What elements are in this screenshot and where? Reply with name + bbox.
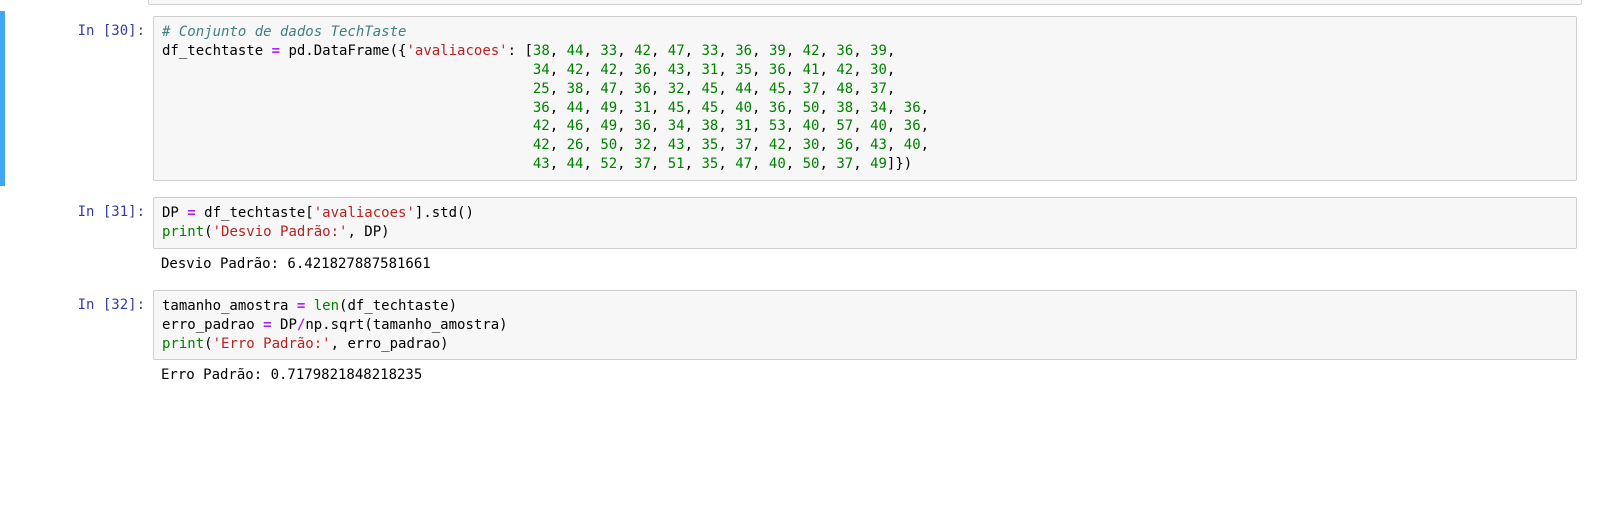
row0: 38, 44, 33, 42, 47, 33, 36, 39, 42, 36, … <box>533 43 895 59</box>
row2: 25, 38, 47, 36, 32, 45, 44, 45, 37, 48, … <box>533 81 895 97</box>
row3: 36, 44, 49, 31, 45, 45, 40, 36, 50, 38, … <box>533 100 929 116</box>
row5: 42, 26, 50, 32, 43, 35, 37, 42, 30, 36, … <box>533 137 929 153</box>
code-input[interactable]: DP = df_techtaste['avaliacoes'].std() pr… <box>153 197 1577 249</box>
output-prompt: . <box>5 249 153 273</box>
input-prompt: In [30]: <box>5 16 153 40</box>
pad <box>162 100 533 116</box>
input-prompt: In [32]: <box>5 290 153 314</box>
row6: 43, 44, 52, 37, 51, 35, 47, 40, 50, 37, … <box>533 156 912 172</box>
row4: 42, 46, 49, 36, 34, 38, 31, 53, 40, 57, … <box>533 118 929 134</box>
code-cell-32[interactable]: In [32]: tamanho_amostra = len(df_techta… <box>0 285 1600 391</box>
input-prompt: In [31]: <box>5 197 153 221</box>
code-cell-30[interactable]: In [30]: # Conjunto de dados TechTaste d… <box>0 11 1600 186</box>
row1: 34, 42, 42, 36, 43, 31, 35, 36, 41, 42, … <box>533 62 895 78</box>
code-text[interactable]: # Conjunto de dados TechTaste df_techtas… <box>162 23 1568 174</box>
pad <box>162 156 533 172</box>
code-text[interactable]: DP = df_techtaste['avaliacoes'].std() pr… <box>162 204 1568 242</box>
output-prompt: . <box>5 360 153 384</box>
pad <box>162 137 533 153</box>
cell-output: Erro Padrão: 0.7179821848218235 <box>153 360 1577 385</box>
output-text: Erro Padrão: 0.7179821848218235 <box>161 366 1569 385</box>
output-text: Desvio Padrão: 6.421827887581661 <box>161 255 1569 274</box>
cell-output: Desvio Padrão: 6.421827887581661 <box>153 249 1577 274</box>
pad <box>162 118 533 134</box>
code-cell-31[interactable]: In [31]: DP = df_techtaste['avaliacoes']… <box>0 192 1600 279</box>
code-input[interactable]: tamanho_amostra = len(df_techtaste) erro… <box>153 290 1577 361</box>
prev-cell-edge <box>148 0 1582 5</box>
pad <box>162 81 533 97</box>
pad <box>162 62 533 78</box>
code-text[interactable]: tamanho_amostra = len(df_techtaste) erro… <box>162 297 1568 354</box>
jupyter-notebook: In [30]: # Conjunto de dados TechTaste d… <box>0 0 1600 390</box>
code-input[interactable]: # Conjunto de dados TechTaste df_techtas… <box>153 16 1577 181</box>
